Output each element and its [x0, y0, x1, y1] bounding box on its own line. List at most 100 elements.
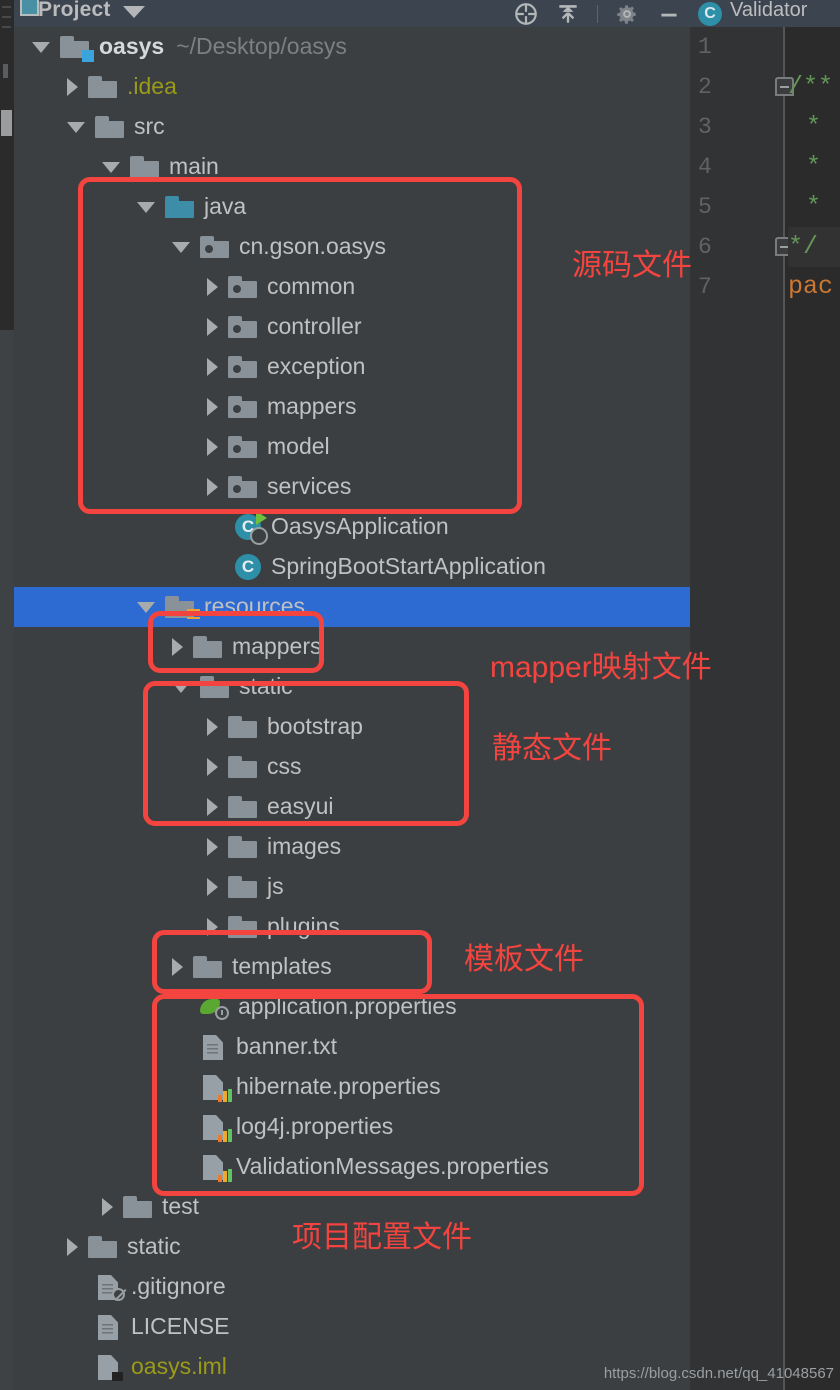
folder-icon	[228, 756, 257, 778]
tree-row-springbootstartapplication[interactable]: C SpringBootStartApplication	[14, 547, 690, 587]
properties-file-icon	[200, 1153, 232, 1182]
tree-row-label: common	[267, 272, 356, 299]
folder-icon	[228, 796, 257, 818]
expand-arrow-icon[interactable]	[137, 601, 155, 613]
package-icon	[228, 476, 257, 498]
tree-row-label: plugins	[267, 912, 340, 939]
line-number: 6	[698, 234, 712, 260]
folder-icon	[193, 956, 222, 978]
expand-arrow-icon[interactable]	[172, 241, 190, 253]
tree-row-label: ValidationMessages.properties	[236, 1152, 549, 1179]
expand-arrow-icon[interactable]	[32, 41, 50, 53]
tree-row-label: src	[134, 112, 165, 139]
tree-row-easyui[interactable]: easyui	[14, 787, 690, 827]
tree-row-exception[interactable]: exception	[14, 347, 690, 387]
tree-row-templates[interactable]: templates	[14, 947, 690, 987]
chevron-down-icon[interactable]	[122, 5, 145, 18]
tree-row-label: OasysApplication	[271, 512, 449, 539]
collapse-arrow-icon[interactable]	[207, 838, 218, 856]
line-number: 1	[698, 34, 712, 60]
locate-target-icon[interactable]	[513, 1, 539, 27]
resources-root-folder-icon	[165, 596, 200, 621]
tree-row--idea[interactable]: .idea	[14, 67, 690, 107]
collapse-arrow-icon[interactable]	[207, 438, 218, 456]
tree-row-services[interactable]: services	[14, 467, 690, 507]
expand-arrow-icon[interactable]	[137, 201, 155, 213]
collapse-arrow-icon[interactable]	[207, 318, 218, 336]
settings-gear-icon[interactable]	[614, 1, 640, 27]
collapse-arrow-icon[interactable]	[207, 718, 218, 736]
code-line[interactable]	[788, 27, 840, 67]
collapse-arrow-icon[interactable]	[207, 278, 218, 296]
tree-row-controller[interactable]: controller	[14, 307, 690, 347]
line-number: 2	[698, 74, 712, 100]
tree-row-images[interactable]: images	[14, 827, 690, 867]
collapse-arrow-icon[interactable]	[207, 358, 218, 376]
tree-row-resources[interactable]: resources	[14, 587, 690, 627]
hide-minimize-icon[interactable]	[656, 1, 682, 27]
tree-row-main[interactable]: main	[14, 147, 690, 187]
tree-row-model[interactable]: model	[14, 427, 690, 467]
collapse-arrow-icon[interactable]	[207, 798, 218, 816]
text-file-icon	[200, 1033, 226, 1061]
tree-row-label: static	[239, 672, 293, 699]
tool-window-title: Project	[38, 0, 111, 21]
package-icon	[228, 436, 257, 458]
project-tree[interactable]: oasys ~/Desktop/oasys .idea src main java cn.g…	[14, 27, 690, 1390]
spring-properties-icon	[200, 995, 229, 1020]
tree-row-label: .gitignore	[131, 1272, 226, 1299]
expand-arrow-icon[interactable]	[172, 681, 190, 693]
collapse-arrow-icon[interactable]	[172, 958, 183, 976]
code-line[interactable]: *	[788, 147, 840, 187]
properties-file-icon	[200, 1073, 232, 1102]
tree-row-hibernate-properties[interactable]: hibernate.properties	[14, 1067, 690, 1107]
collapse-arrow-icon[interactable]	[172, 638, 183, 656]
code-line[interactable]: pac	[788, 267, 840, 307]
iml-file-icon	[95, 1353, 123, 1381]
tree-row-oasysapplication[interactable]: C OasysApplication	[14, 507, 690, 547]
code-line[interactable]: /**	[788, 67, 840, 107]
code-line[interactable]: */	[788, 227, 840, 267]
tree-row-label: exception	[267, 352, 366, 379]
tree-row-plugins[interactable]: plugins	[14, 907, 690, 947]
folder-icon	[193, 636, 222, 658]
collapse-arrow-icon[interactable]	[67, 78, 78, 96]
expand-arrow-icon[interactable]	[102, 161, 120, 173]
tree-row-label: bootstrap	[267, 712, 363, 739]
folder-icon	[228, 876, 257, 898]
tree-row-oasys[interactable]: oasys ~/Desktop/oasys	[14, 27, 690, 67]
collapse-arrow-icon[interactable]	[67, 1238, 78, 1256]
collapse-all-icon[interactable]	[555, 1, 581, 27]
tree-row-application-properties[interactable]: application.properties	[14, 987, 690, 1027]
ide-screenshot: Project oasys ~/Desktop/oasys .idea src …	[0, 0, 840, 1390]
collapse-arrow-icon[interactable]	[207, 918, 218, 936]
tree-row-license[interactable]: LICENSE	[14, 1307, 690, 1347]
editor-tab-label[interactable]: Validator	[730, 0, 807, 22]
collapse-arrow-icon[interactable]	[102, 1198, 113, 1216]
collapse-arrow-icon[interactable]	[207, 758, 218, 776]
code-line[interactable]: *	[788, 107, 840, 147]
tree-row-log4j-properties[interactable]: log4j.properties	[14, 1107, 690, 1147]
tree-row-java[interactable]: java	[14, 187, 690, 227]
package-icon	[228, 316, 257, 338]
tree-row-validationmessages-properties[interactable]: ValidationMessages.properties	[14, 1147, 690, 1187]
tree-row-label: css	[267, 752, 302, 779]
editor-code[interactable]: /** * * * */pac	[788, 27, 840, 307]
collapse-arrow-icon[interactable]	[207, 878, 218, 896]
project-tool-window-header: Project	[14, 0, 690, 27]
editor-tab-bar[interactable]: C Validator	[690, 0, 840, 27]
code-line[interactable]: *	[788, 187, 840, 227]
tree-row-label: cn.gson.oasys	[239, 232, 387, 259]
watermark: https://blog.csdn.net/qq_41048567	[603, 1365, 834, 1382]
collapse-arrow-icon[interactable]	[207, 398, 218, 416]
tree-row--gitignore[interactable]: .gitignore	[14, 1267, 690, 1307]
tree-row-oasys-iml[interactable]: oasys.iml	[14, 1347, 690, 1387]
tree-row-label: mappers	[232, 632, 322, 659]
package-icon	[228, 356, 257, 378]
expand-arrow-icon[interactable]	[67, 121, 85, 133]
tree-row-mappers[interactable]: mappers	[14, 387, 690, 427]
tree-row-src[interactable]: src	[14, 107, 690, 147]
tree-row-js[interactable]: js	[14, 867, 690, 907]
collapse-arrow-icon[interactable]	[207, 478, 218, 496]
tree-row-banner-txt[interactable]: banner.txt	[14, 1027, 690, 1067]
